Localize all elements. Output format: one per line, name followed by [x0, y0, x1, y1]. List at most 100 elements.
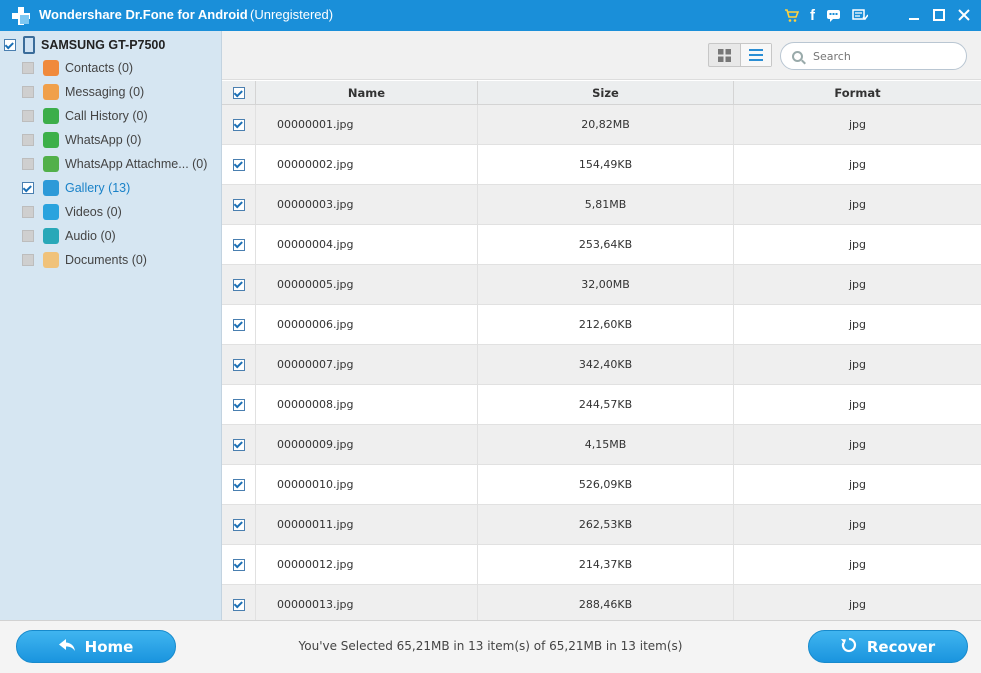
- row-checkbox-cell: [222, 185, 256, 224]
- sidebar-item[interactable]: Gallery (13): [22, 177, 218, 199]
- sidebar-item[interactable]: WhatsApp Attachme... (0): [22, 153, 218, 175]
- recover-button[interactable]: Recover: [808, 630, 968, 663]
- row-checkbox[interactable]: [232, 318, 245, 331]
- row-checkbox[interactable]: [232, 558, 245, 571]
- row-checkbox[interactable]: [232, 438, 245, 451]
- cart-icon[interactable]: [783, 7, 800, 24]
- row-checkbox-cell: [222, 265, 256, 304]
- file-format: jpg: [848, 358, 867, 371]
- device-node[interactable]: SAMSUNG GT-P7500: [4, 35, 165, 55]
- file-format: jpg: [848, 158, 867, 171]
- maximize-button[interactable]: [929, 5, 949, 25]
- gallery-icon: [43, 180, 59, 196]
- file-size: 288,46KB: [478, 585, 734, 620]
- row-checkbox[interactable]: [232, 198, 245, 211]
- file-name: 00000002.jpg: [256, 145, 478, 184]
- file-name: 00000010.jpg: [256, 465, 478, 504]
- feedback-icon[interactable]: [825, 7, 842, 24]
- column-header-format[interactable]: Format: [734, 81, 981, 105]
- file-size: 32,00MB: [478, 265, 734, 304]
- sidebar-item-checkbox[interactable]: [22, 254, 34, 266]
- file-size: 526,09KB: [478, 465, 734, 504]
- table-row[interactable]: 00000009.jpg 4,15MB jpg: [222, 425, 981, 465]
- table-row[interactable]: 00000001.jpg 20,82MB jpg: [222, 105, 981, 145]
- table-row[interactable]: 00000002.jpg 154,49KB jpg: [222, 145, 981, 185]
- device-checkbox[interactable]: [4, 39, 16, 51]
- row-checkbox-cell: [222, 145, 256, 184]
- search-input[interactable]: [813, 49, 953, 63]
- facebook-icon[interactable]: f: [804, 7, 821, 24]
- app-title: Wondershare Dr.Fone for Android: [39, 7, 248, 22]
- file-name: 00000011.jpg: [256, 505, 478, 544]
- row-checkbox[interactable]: [232, 398, 245, 411]
- sidebar-item[interactable]: Audio (0): [22, 225, 218, 247]
- file-format: jpg: [848, 438, 867, 451]
- sidebar-item-label: Messaging (0): [65, 85, 145, 99]
- register-icon[interactable]: [851, 7, 868, 24]
- sidebar-item-checkbox[interactable]: [22, 182, 34, 194]
- sidebar-item-label: Gallery (13): [65, 181, 131, 195]
- table-row[interactable]: 00000008.jpg 244,57KB jpg: [222, 385, 981, 425]
- recover-button-label: Recover: [866, 637, 936, 656]
- file-format: jpg: [848, 278, 867, 291]
- table-row[interactable]: 00000010.jpg 526,09KB jpg: [222, 465, 981, 505]
- sidebar-item[interactable]: Messaging (0): [22, 81, 218, 103]
- row-checkbox-cell: [222, 225, 256, 264]
- list-icon: [748, 49, 763, 61]
- close-button[interactable]: [954, 5, 974, 25]
- whatsapp-icon: [43, 132, 59, 148]
- sidebar-item[interactable]: Videos (0): [22, 201, 218, 223]
- sidebar-item[interactable]: WhatsApp (0): [22, 129, 218, 151]
- row-checkbox[interactable]: [232, 118, 245, 131]
- minimize-button[interactable]: [904, 5, 924, 25]
- file-name: 00000008.jpg: [256, 385, 478, 424]
- table-row[interactable]: 00000005.jpg 32,00MB jpg: [222, 265, 981, 305]
- row-checkbox-cell: [222, 385, 256, 424]
- file-size: 154,49KB: [478, 145, 734, 184]
- table-row[interactable]: 00000004.jpg 253,64KB jpg: [222, 225, 981, 265]
- table-row[interactable]: 00000003.jpg 5,81MB jpg: [222, 185, 981, 225]
- table-row[interactable]: 00000012.jpg 214,37KB jpg: [222, 545, 981, 585]
- row-checkbox[interactable]: [232, 598, 245, 611]
- sidebar-item-checkbox[interactable]: [22, 62, 34, 74]
- sidebar-item-checkbox[interactable]: [22, 86, 34, 98]
- sidebar-item-checkbox[interactable]: [22, 230, 34, 242]
- file-name: 00000012.jpg: [256, 545, 478, 584]
- file-format: jpg: [848, 398, 867, 411]
- table-row[interactable]: 00000006.jpg 212,60KB jpg: [222, 305, 981, 345]
- column-header-size[interactable]: Size: [478, 81, 734, 105]
- column-header-name[interactable]: Name: [256, 81, 478, 105]
- select-all-checkbox[interactable]: [232, 87, 245, 99]
- file-size: 342,40KB: [478, 345, 734, 384]
- file-format: jpg: [848, 478, 867, 491]
- videos-icon: [43, 204, 59, 220]
- file-size: 5,81MB: [478, 185, 734, 224]
- row-checkbox[interactable]: [232, 278, 245, 291]
- phone-icon: [23, 36, 35, 54]
- contacts-icon: [43, 60, 59, 76]
- search-box[interactable]: [780, 42, 967, 70]
- file-format: jpg: [848, 238, 867, 251]
- row-checkbox[interactable]: [232, 158, 245, 171]
- file-format: jpg: [848, 518, 867, 531]
- list-view-button[interactable]: [739, 44, 771, 66]
- row-checkbox[interactable]: [232, 478, 245, 491]
- file-size: 262,53KB: [478, 505, 734, 544]
- row-checkbox[interactable]: [232, 358, 245, 371]
- table-row[interactable]: 00000011.jpg 262,53KB jpg: [222, 505, 981, 545]
- sidebar-item[interactable]: Documents (0): [22, 249, 218, 271]
- sidebar-item-checkbox[interactable]: [22, 134, 34, 146]
- sidebar-item[interactable]: Contacts (0): [22, 57, 218, 79]
- file-format: jpg: [848, 198, 867, 211]
- row-checkbox[interactable]: [232, 518, 245, 531]
- table-row[interactable]: 00000013.jpg 288,46KB jpg: [222, 585, 981, 620]
- file-size: 214,37KB: [478, 545, 734, 584]
- sidebar-item-checkbox[interactable]: [22, 110, 34, 122]
- row-checkbox[interactable]: [232, 238, 245, 251]
- sidebar-item[interactable]: Call History (0): [22, 105, 218, 127]
- sidebar-item-checkbox[interactable]: [22, 206, 34, 218]
- table-header: Name Size Format: [222, 81, 981, 105]
- sidebar-item-checkbox[interactable]: [22, 158, 34, 170]
- table-row[interactable]: 00000007.jpg 342,40KB jpg: [222, 345, 981, 385]
- grid-view-button[interactable]: [709, 44, 740, 66]
